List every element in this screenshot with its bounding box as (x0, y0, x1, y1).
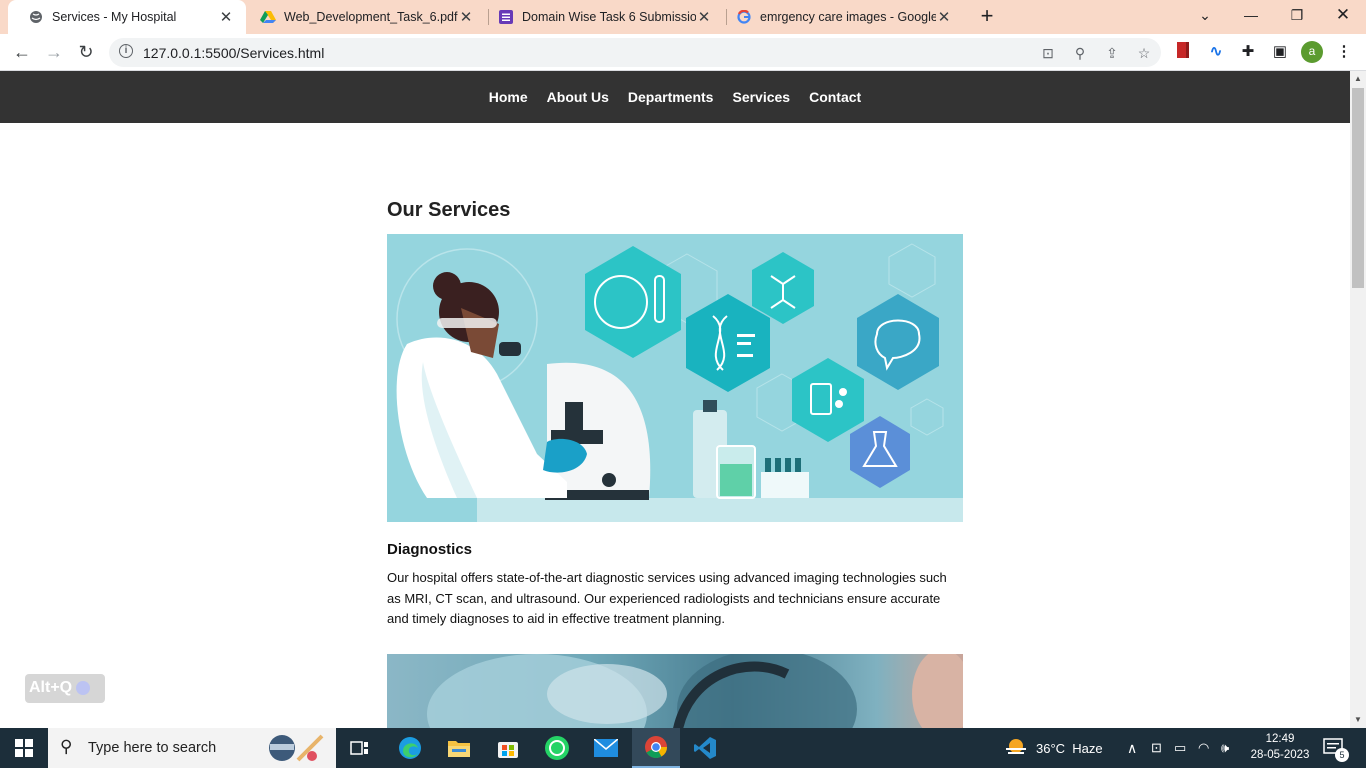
shortcut-overlay[interactable]: Alt+Q (25, 674, 105, 703)
service-title: Diagnostics (387, 541, 473, 558)
vscode-icon[interactable] (681, 728, 729, 768)
wifi-icon[interactable]: ◠ (1198, 728, 1209, 768)
tab-google-search[interactable]: emrgency care images - Google S ✕ (716, 0, 964, 34)
tab-forms[interactable]: Domain Wise Task 6 Submission ✕ (478, 0, 724, 34)
extension-book-icon[interactable] (1174, 42, 1194, 62)
minimize-button[interactable]: — (1228, 0, 1274, 32)
restore-button[interactable]: ❐ (1274, 0, 1320, 32)
shortcut-label: Alt+Q (29, 679, 73, 696)
diagnostics-illustration (387, 234, 963, 522)
share-icon[interactable]: ⇪ (1102, 43, 1122, 63)
service-description: Our hospital offers state-of-the-art dia… (387, 570, 947, 626)
extension-wave-icon[interactable]: ∿ (1206, 42, 1226, 62)
address-bar[interactable]: i 127.0.0.1:5500/Services.html ⊡ ⚲ ⇪ ☆ (109, 38, 1161, 67)
profile-avatar[interactable]: a (1301, 41, 1323, 63)
edge-browser-icon[interactable] (386, 728, 434, 768)
weather-haze-icon (1006, 739, 1026, 754)
tab-title: Web_Development_Task_6.pdf - G (284, 10, 458, 24)
search-icon: ⚲ (60, 737, 73, 756)
weather-text: 36°C Haze (1036, 740, 1103, 756)
chrome-icon[interactable] (632, 728, 680, 768)
tab-title: Services - My Hospital (52, 10, 177, 24)
tab-pdf[interactable]: Web_Development_Task_6.pdf - G ✕ (240, 0, 486, 34)
scrollbar-thumb[interactable] (1352, 88, 1364, 288)
bookmark-star-icon[interactable]: ☆ (1134, 43, 1154, 63)
side-panel-icon[interactable]: ▣ (1270, 42, 1290, 62)
close-tab-icon[interactable]: ✕ (936, 8, 952, 26)
menu-kebab-icon[interactable]: ⋮ (1334, 42, 1354, 62)
tab-title: emrgency care images - Google S (760, 10, 936, 24)
close-tab-icon[interactable]: ✕ (458, 8, 474, 26)
weather-widget[interactable]: 36°C Haze (1004, 728, 1103, 768)
meet-now-icon[interactable]: ⊡ (1151, 728, 1162, 768)
surgery-image (387, 654, 963, 728)
close-window-button[interactable]: ✕ (1320, 0, 1366, 32)
extensions-puzzle-icon[interactable]: ✚ (1238, 42, 1258, 62)
tab-title: Domain Wise Task 6 Submission (522, 10, 696, 24)
whatsapp-icon[interactable] (533, 728, 581, 768)
nav-services[interactable]: Services (732, 89, 790, 105)
close-tab-icon[interactable]: ✕ (696, 8, 712, 26)
search-highlight-icon (269, 734, 324, 762)
assistant-dot-icon (76, 680, 91, 695)
battery-icon[interactable]: ▭ (1174, 728, 1186, 768)
google-drive-icon (260, 9, 276, 25)
globe-icon (28, 9, 44, 25)
notification-badge: 5 (1335, 748, 1349, 762)
notification-center[interactable]: 5 (1323, 728, 1349, 768)
show-hidden-icons[interactable]: ∧ (1127, 728, 1137, 768)
zoom-icon[interactable]: ⚲ (1070, 43, 1090, 63)
scroll-up-icon[interactable]: ▲ (1350, 71, 1366, 87)
tab-strip: Services - My Hospital ✕ Web_Development… (0, 0, 1366, 34)
page-scrollbar[interactable]: ▲ ▼ (1350, 71, 1366, 728)
reload-button[interactable]: ↻ (73, 40, 99, 64)
tab-services[interactable]: Services - My Hospital ✕ (8, 0, 246, 34)
scroll-down-icon[interactable]: ▼ (1350, 712, 1366, 728)
clock-time: 12:49 (1265, 733, 1295, 745)
microsoft-store-icon[interactable] (484, 728, 532, 768)
windows-taskbar: ⚲ Type here to search 36°C Haze ∧ ⊡ ▭ ◠ … (0, 728, 1366, 768)
search-placeholder: Type here to search (88, 740, 217, 756)
clock-date: 28-05-2023 (1250, 749, 1310, 761)
browser-toolbar: ← → ↻ i 127.0.0.1:5500/Services.html ⊡ ⚲… (0, 34, 1366, 71)
page-title: Our Services (387, 199, 511, 221)
google-icon (736, 9, 752, 25)
site-info-icon[interactable]: i (119, 44, 133, 58)
back-button[interactable]: ← (9, 40, 35, 64)
file-explorer-icon[interactable] (435, 728, 483, 768)
system-clock[interactable]: 12:49 28-05-2023 (1250, 731, 1310, 763)
nav-home[interactable]: Home (489, 89, 528, 105)
page-viewport: Home About Us Departments Services Conta… (0, 71, 1350, 728)
taskbar-search-box[interactable]: ⚲ Type here to search (48, 728, 336, 768)
google-forms-icon (498, 9, 514, 25)
nav-departments[interactable]: Departments (628, 89, 714, 105)
site-navigation: Home About Us Departments Services Conta… (0, 71, 1350, 123)
url-text[interactable]: 127.0.0.1:5500/Services.html (143, 45, 324, 61)
tab-search-icon[interactable]: ⌄ (1182, 0, 1228, 32)
nav-about-us[interactable]: About Us (547, 89, 609, 105)
close-tab-icon[interactable]: ✕ (218, 8, 234, 26)
volume-icon[interactable]: 🕪 (1221, 728, 1229, 768)
new-tab-button[interactable]: + (976, 5, 998, 29)
forward-button[interactable]: → (41, 40, 67, 64)
task-view-icon[interactable] (336, 728, 384, 768)
translate-icon[interactable]: ⊡ (1038, 43, 1058, 63)
mail-icon[interactable] (582, 728, 630, 768)
nav-contact[interactable]: Contact (809, 89, 861, 105)
windows-start-icon[interactable] (0, 728, 48, 768)
